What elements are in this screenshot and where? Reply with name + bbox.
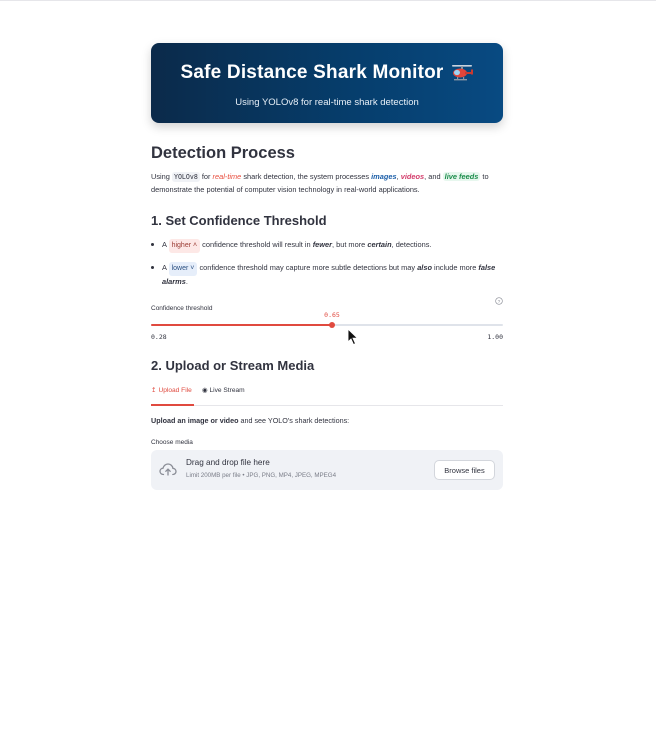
browse-files-button[interactable]: Browse files — [434, 460, 495, 480]
higher-chip: higher ˄ — [168, 239, 201, 253]
point-text: confidence threshold may capture more su… — [199, 263, 416, 272]
media-tabs: ↥ Upload File ◉ Live Stream — [151, 387, 503, 406]
app-title: Safe Distance Shark Monitor — [180, 62, 444, 83]
chevron-up-icon: ˄ — [193, 242, 198, 249]
svg-text:?: ? — [498, 299, 501, 305]
header-banner: Safe Distance Shark Monitor Using YOLOv8… — [151, 43, 503, 123]
point-text: . — [185, 277, 188, 286]
realtime-highlight: real-time — [212, 172, 242, 181]
point-text: A — [162, 240, 167, 249]
point-text: confidence threshold will result in — [202, 240, 311, 249]
model-code: YOLOv8 — [171, 172, 200, 182]
list-item: A higher ˄ confidence threshold will res… — [151, 239, 503, 253]
videos-highlight: videos — [400, 172, 425, 181]
chip-label: lower — [171, 265, 189, 272]
tab-label: Live Stream — [209, 387, 245, 394]
detection-heading: Detection Process — [151, 144, 295, 162]
slider-track-fill — [151, 324, 332, 326]
help-icon[interactable]: ? — [495, 297, 503, 305]
mouse-cursor-icon — [347, 328, 359, 346]
dropzone-limits: Limit 200MB per file • JPG, PNG, MP4, JP… — [186, 472, 337, 479]
intro-text: for — [201, 172, 211, 181]
file-uploader-label: Choose media — [151, 439, 193, 446]
camera-icon: ◉ — [201, 387, 208, 394]
tab-upload-file[interactable]: ↥ Upload File — [151, 387, 194, 406]
slider-label-row: Confidence threshold ? — [151, 297, 503, 312]
dropzone-title: Drag and drop file here — [186, 458, 270, 467]
upload-heading: 2. Upload or Stream Media — [151, 358, 315, 373]
confidence-slider[interactable]: 0.65 0.28 1.00 — [151, 307, 503, 346]
intro-text: shark detection, the system processes — [243, 172, 370, 181]
top-divider — [0, 0, 656, 1]
intro-text: Using — [151, 172, 170, 181]
lower-chip: lower ˅ — [168, 262, 198, 276]
threshold-points: A higher ˄ confidence threshold will res… — [151, 239, 503, 288]
point-text: , detections. — [391, 240, 432, 249]
upload-intro: Upload an image or video and see YOLO's … — [151, 416, 503, 425]
tab-label: Upload File — [158, 387, 192, 394]
chevron-down-icon: ˅ — [190, 265, 195, 272]
slider-min-label: 0.28 — [151, 333, 167, 341]
also-emphasis: also — [417, 263, 432, 272]
main-content: Safe Distance Shark Monitor Using YOLOv8… — [151, 43, 503, 490]
point-text: , but more — [332, 240, 366, 249]
images-highlight: images — [371, 172, 397, 181]
slider-max-label: 1.00 — [487, 333, 503, 341]
helicopter-icon — [451, 65, 473, 81]
detection-intro: Using YOLOv8 for real-time shark detecti… — [151, 171, 503, 195]
threshold-heading: 1. Set Confidence Threshold — [151, 213, 327, 228]
fewer-emphasis: fewer — [312, 240, 332, 249]
cloud-upload-icon — [159, 463, 177, 476]
upload-intro-text: and see YOLO's shark detections: — [240, 416, 350, 425]
intro-text: , — [396, 172, 399, 181]
slider-value: 0.65 — [324, 311, 340, 319]
certain-emphasis: certain — [367, 240, 392, 249]
tab-live-stream[interactable]: ◉ Live Stream — [202, 387, 245, 406]
file-dropzone[interactable]: Drag and drop file here Limit 200MB per … — [151, 450, 503, 490]
point-text: A — [162, 263, 167, 272]
upload-intro-bold: Upload an image or video — [151, 416, 239, 425]
intro-text: , and — [424, 172, 441, 181]
slider-track[interactable] — [151, 324, 503, 326]
point-text: include more — [434, 263, 477, 272]
banner-subtitle: Using YOLOv8 for real-time shark detecti… — [235, 97, 419, 108]
banner-title-row: Safe Distance Shark Monitor — [151, 62, 503, 84]
list-item: A lower ˅ confidence threshold may captu… — [151, 262, 503, 288]
chip-label: higher — [171, 242, 192, 249]
live-feeds-highlight: live feeds — [442, 172, 481, 181]
upload-icon: ↥ — [151, 387, 157, 394]
slider-thumb[interactable] — [329, 322, 335, 328]
